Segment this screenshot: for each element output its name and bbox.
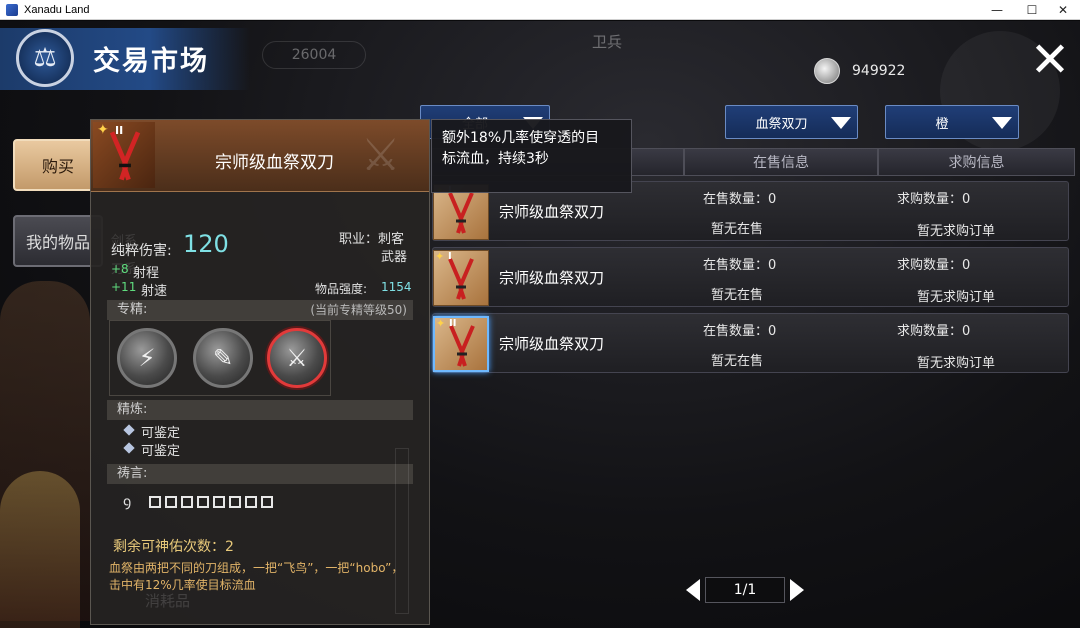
sell-status: 暂无在售 [711, 222, 764, 237]
strength-label: 物品强度: [315, 282, 368, 296]
specialization-level: (当前专精等级50) [310, 303, 407, 317]
refine-slot-status: 可鉴定 [141, 444, 181, 459]
currency-display: 949922 [800, 57, 928, 85]
diamond-bullet-icon [123, 442, 135, 454]
strength-value: 1154 [381, 280, 412, 294]
rune-icon [245, 496, 257, 508]
chevron-down-icon [992, 117, 1012, 129]
tooltip-line-2: 标流血，持续3秒 [442, 151, 549, 167]
maximize-button[interactable]: ☐ [1015, 0, 1049, 20]
quality-dropdown[interactable]: 橙 [885, 105, 1019, 139]
background-ghost-text: 消耗品 [145, 592, 191, 610]
buy-count: 求购数量：0 [897, 192, 971, 207]
table-row-selected[interactable]: ✦ II 宗师级血祭双刀 在售数量：0 暂无在售 求购数量：0 暂无求购订单 [432, 313, 1069, 373]
buy-count: 求购数量：0 [897, 324, 971, 339]
silver-coin-icon [814, 58, 840, 84]
fire-rate-bonus-value: +11 [111, 280, 137, 294]
class-label: 职业：刺客 [339, 232, 405, 247]
rune-icon [261, 496, 273, 508]
game-viewport: 26004 卫兵 ⚖ 交易市场 949922 ✕ 购买 我的物品 全部 血祭双刀… [0, 21, 1080, 628]
item-name: 宗师级血祭双刀 [215, 153, 334, 173]
buy-status: 暂无求购订单 [917, 224, 996, 239]
item-name: 宗师级血祭双刀 [499, 203, 605, 221]
range-bonus-label: 射程 [133, 266, 160, 281]
currency-amount: 949922 [852, 63, 906, 79]
column-header-selling: 在售信息 [684, 148, 878, 176]
inscription-section-bar: 祷言: [107, 464, 413, 484]
app-icon [6, 3, 18, 16]
specialization-skill-icon[interactable]: ✎ [193, 328, 253, 388]
rune-icon [229, 496, 241, 508]
specialization-label: 专精: [117, 302, 148, 317]
dual-blades-icon: ✦ I [433, 250, 489, 306]
window-titlebar: Xanadu Land — ☐ ✕ [0, 0, 1080, 20]
grade-star-icon: ✦ [435, 250, 445, 263]
item-detail-panel: ✦ II 宗师级血祭双刀 ⚔ 剑系 刀系 纯粹伤害: 120 职业：刺客 武器 … [90, 119, 430, 625]
specialization-skill-active-icon[interactable]: ⚔ [267, 328, 327, 388]
buy-status: 暂无求购订单 [917, 356, 996, 371]
rune-icon [165, 496, 177, 508]
chevron-down-icon [831, 117, 851, 129]
scales-icon: ⚖ [16, 29, 74, 87]
window-close-button[interactable]: ✕ [1046, 0, 1080, 20]
page-title: 交易市场 [93, 46, 209, 77]
dual-blades-icon: ✦ II [93, 122, 155, 188]
grade-star-icon: ✦ [97, 122, 109, 138]
item-tier: I [448, 251, 452, 262]
inscription-glyph-icon: ꝯ [123, 494, 132, 510]
fire-rate-bonus-label: 射速 [141, 284, 168, 299]
close-icon[interactable]: ✕ [1028, 36, 1072, 84]
previous-page-icon[interactable] [686, 579, 700, 601]
buy-status: 暂无求购订单 [917, 290, 996, 305]
item-tier: II [115, 124, 124, 137]
next-page-icon[interactable] [790, 579, 804, 601]
background-npc-portrait-2 [0, 471, 80, 628]
sell-status: 暂无在售 [711, 354, 764, 369]
rune-icon [181, 496, 193, 508]
rune-icon [149, 496, 161, 508]
background-coin-counter: 26004 [262, 41, 366, 69]
grade-star-icon: ✦ [436, 317, 446, 330]
range-bonus-value: +8 [111, 262, 129, 276]
table-row[interactable]: ✦ I 宗师级血祭双刀 在售数量：0 暂无在售 求购数量：0 暂无求购订单 [432, 247, 1069, 307]
tooltip-line-1: 额外18%几率使穿透的目 [442, 130, 600, 146]
dual-blades-icon: ✦ II [433, 316, 489, 372]
item-type-dropdown-label: 血祭双刀 [755, 116, 808, 132]
sell-count: 在售数量：0 [703, 324, 777, 339]
crossed-swords-icon: ⚔ [361, 130, 401, 181]
window-title: Xanadu Land [24, 3, 90, 16]
item-tier: II [449, 318, 457, 329]
damage-label: 纯粹伤害: [111, 243, 172, 259]
slot-label: 武器 [381, 250, 408, 265]
item-description: 血祭由两把不同的刀组成，一把“飞鸟”，一把“hobo”，击中有12%几率使目标流… [109, 561, 404, 592]
specialization-section-bar: 专精: (当前专精等级50) [107, 300, 413, 320]
rune-icon [197, 496, 209, 508]
specialization-skill-icon[interactable]: ⚡ [117, 328, 177, 388]
item-name: 宗师级血祭双刀 [499, 335, 605, 353]
background-scrollbar [395, 448, 409, 614]
sell-count: 在售数量：0 [703, 258, 777, 273]
column-header-buying: 求购信息 [878, 148, 1075, 176]
refine-slot-status: 可鉴定 [141, 426, 181, 441]
damage-value: 120 [183, 230, 229, 258]
diamond-bullet-icon [123, 424, 135, 436]
background-label: 卫兵 [592, 33, 623, 51]
minimize-button[interactable]: — [980, 0, 1014, 20]
skill-tooltip: 额外18%几率使穿透的目 标流血，持续3秒 [431, 119, 632, 193]
item-name: 宗师级血祭双刀 [499, 269, 605, 287]
buy-count: 求购数量：0 [897, 258, 971, 273]
item-detail-header: ✦ II 宗师级血祭双刀 ⚔ [91, 120, 429, 192]
refine-section-bar: 精炼: [107, 400, 413, 420]
quality-dropdown-label: 橙 [935, 116, 949, 132]
item-type-dropdown[interactable]: 血祭双刀 [725, 105, 858, 139]
rune-icon [213, 496, 225, 508]
sell-status: 暂无在售 [711, 288, 764, 303]
sell-count: 在售数量：0 [703, 192, 777, 207]
blessings-remaining: 剩余可神佑次数：2 [113, 539, 234, 555]
page-indicator: 1/1 [705, 577, 785, 603]
